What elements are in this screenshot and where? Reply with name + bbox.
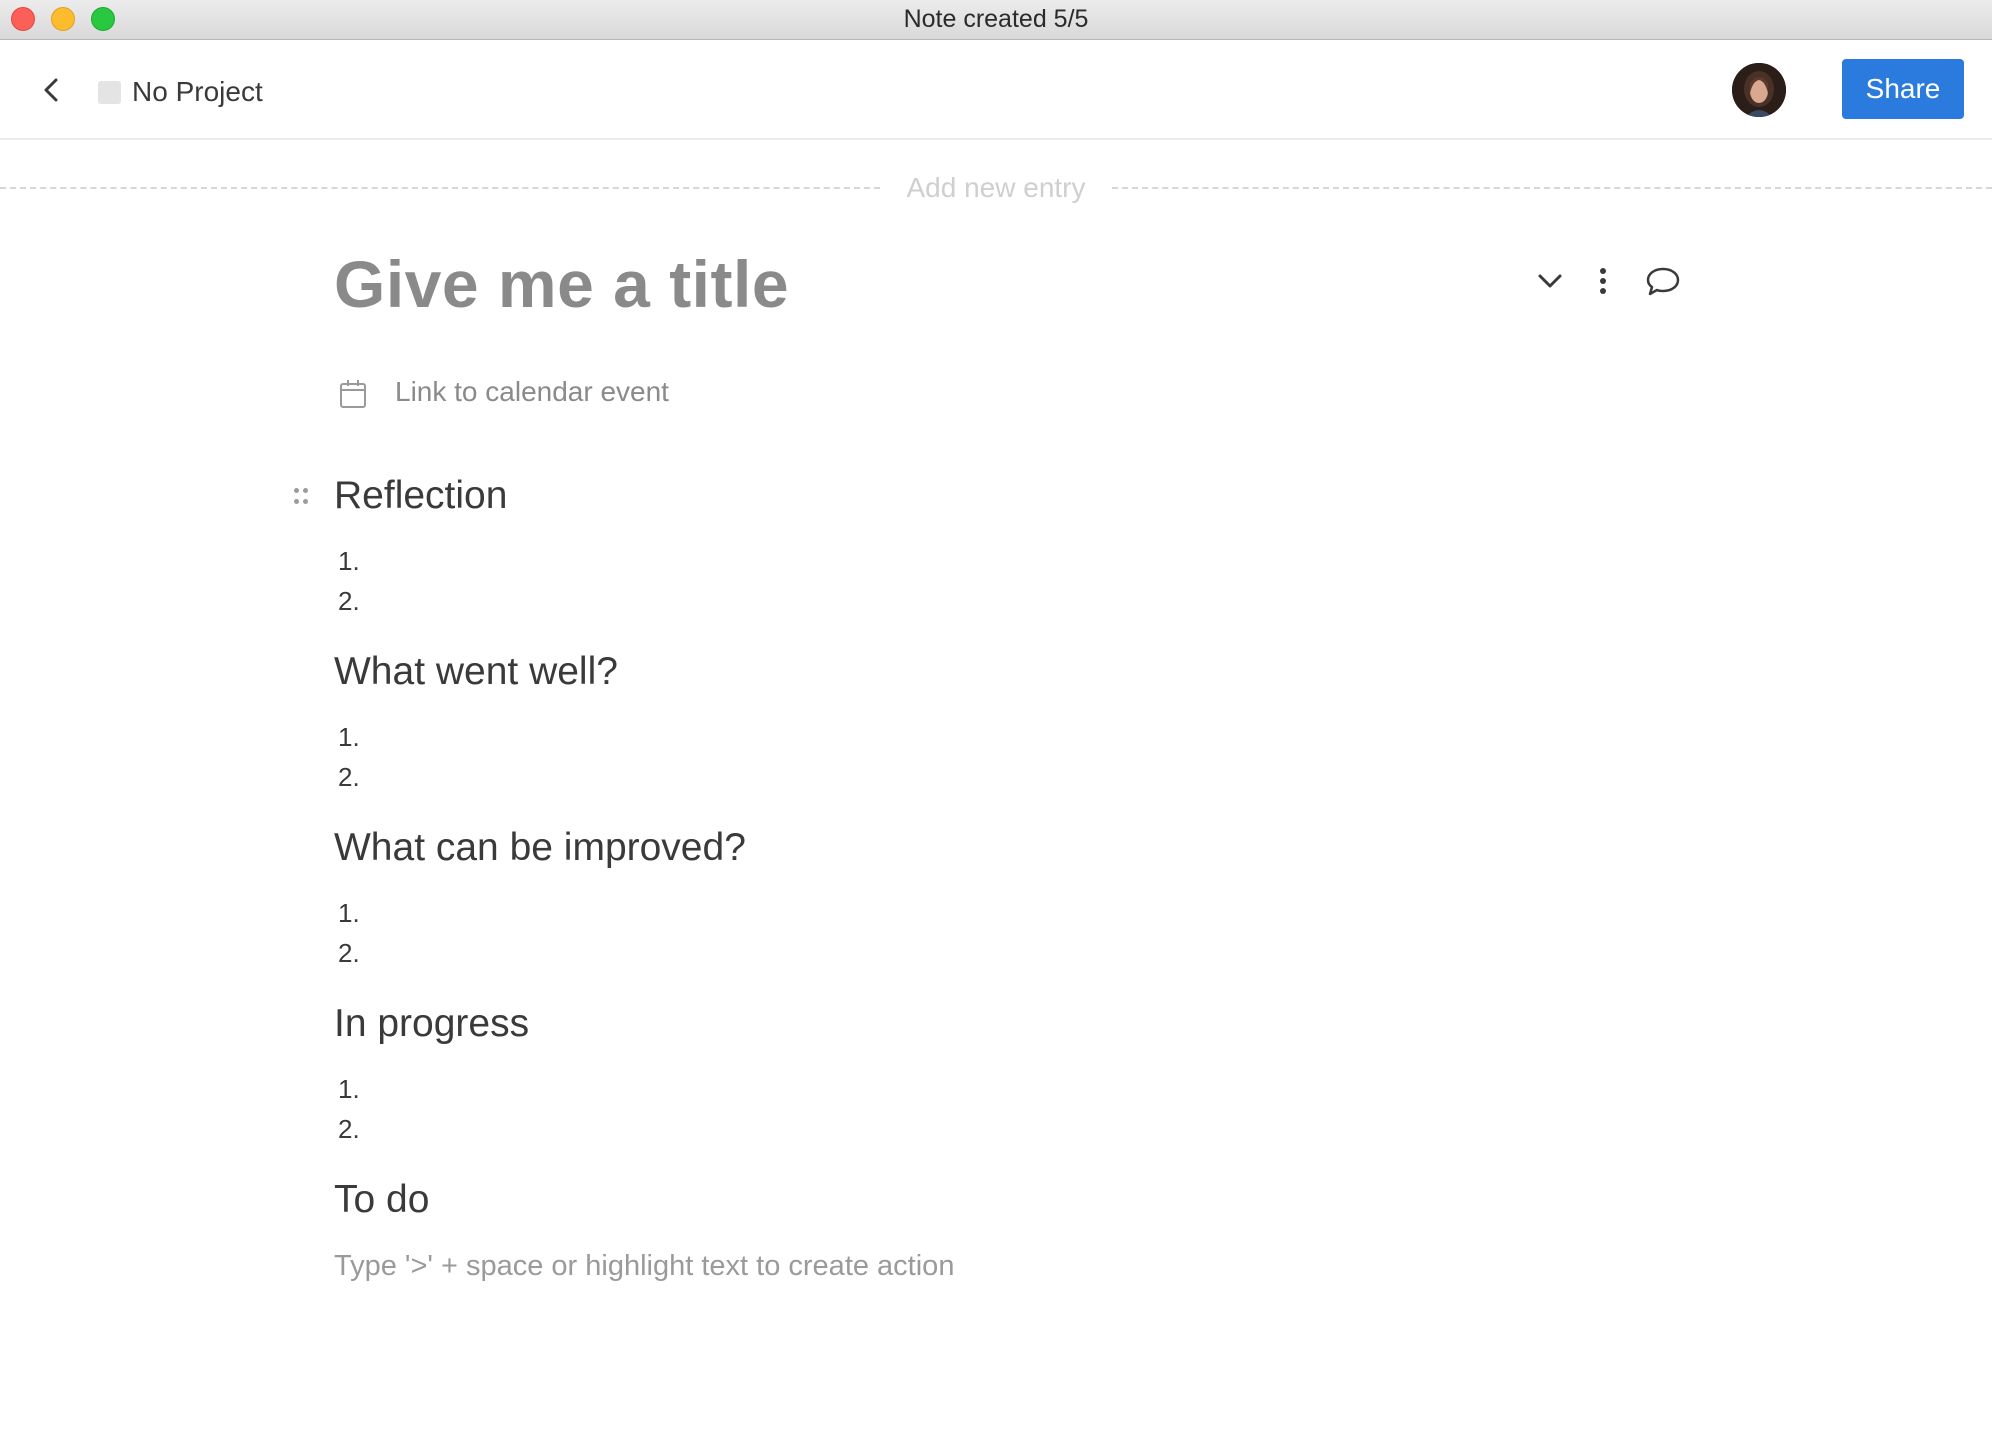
comment-icon (1646, 267, 1680, 296)
section-heading-in-progress[interactable]: In progress (334, 1002, 529, 1046)
project-selector[interactable]: No Project (132, 76, 263, 108)
section-heading-to-do[interactable]: To do (334, 1178, 429, 1222)
section-heading-reflection[interactable]: Reflection (334, 474, 507, 518)
list-item[interactable]: 2. (338, 938, 360, 969)
list-item[interactable]: 2. (338, 1114, 360, 1145)
list-item[interactable]: 1. (338, 546, 360, 577)
back-button[interactable] (36, 70, 70, 110)
chevron-down-icon (1538, 274, 1562, 288)
list-item[interactable]: 2. (338, 762, 360, 793)
divider (1112, 187, 1992, 189)
divider (0, 187, 880, 189)
window-title: Note created 5/5 (903, 5, 1089, 33)
calendar-icon (340, 380, 366, 408)
add-entry-row[interactable]: Add new entry (0, 172, 1992, 204)
chevron-left-icon (44, 78, 58, 102)
list-item[interactable]: 1. (338, 722, 360, 753)
note-title-input[interactable]: Give me a title (334, 246, 789, 322)
collapse-button[interactable] (1530, 262, 1570, 302)
share-button[interactable]: Share (1842, 59, 1964, 119)
window-titlebar: Note created 5/5 (0, 0, 1992, 40)
more-options-button[interactable] (1588, 262, 1618, 302)
list-item[interactable]: 1. (338, 898, 360, 929)
section-heading-went-well[interactable]: What went well? (334, 650, 618, 694)
avatar[interactable] (1732, 63, 1786, 117)
action-placeholder[interactable]: Type '>' + space or highlight text to cr… (334, 1250, 954, 1283)
note-header: No Project Share (0, 40, 1992, 140)
add-entry-label[interactable]: Add new entry (880, 172, 1112, 204)
list-item[interactable]: 1. (338, 1074, 360, 1105)
section-heading-improve[interactable]: What can be improved? (334, 826, 746, 870)
user-avatar-image (1732, 63, 1786, 117)
more-vertical-icon (1600, 268, 1606, 294)
comment-button[interactable] (1642, 262, 1684, 302)
project-color-swatch[interactable] (98, 81, 121, 104)
calendar-link-label: Link to calendar event (395, 376, 669, 407)
drag-handle-icon[interactable] (292, 486, 312, 508)
list-item[interactable]: 2. (338, 586, 360, 617)
